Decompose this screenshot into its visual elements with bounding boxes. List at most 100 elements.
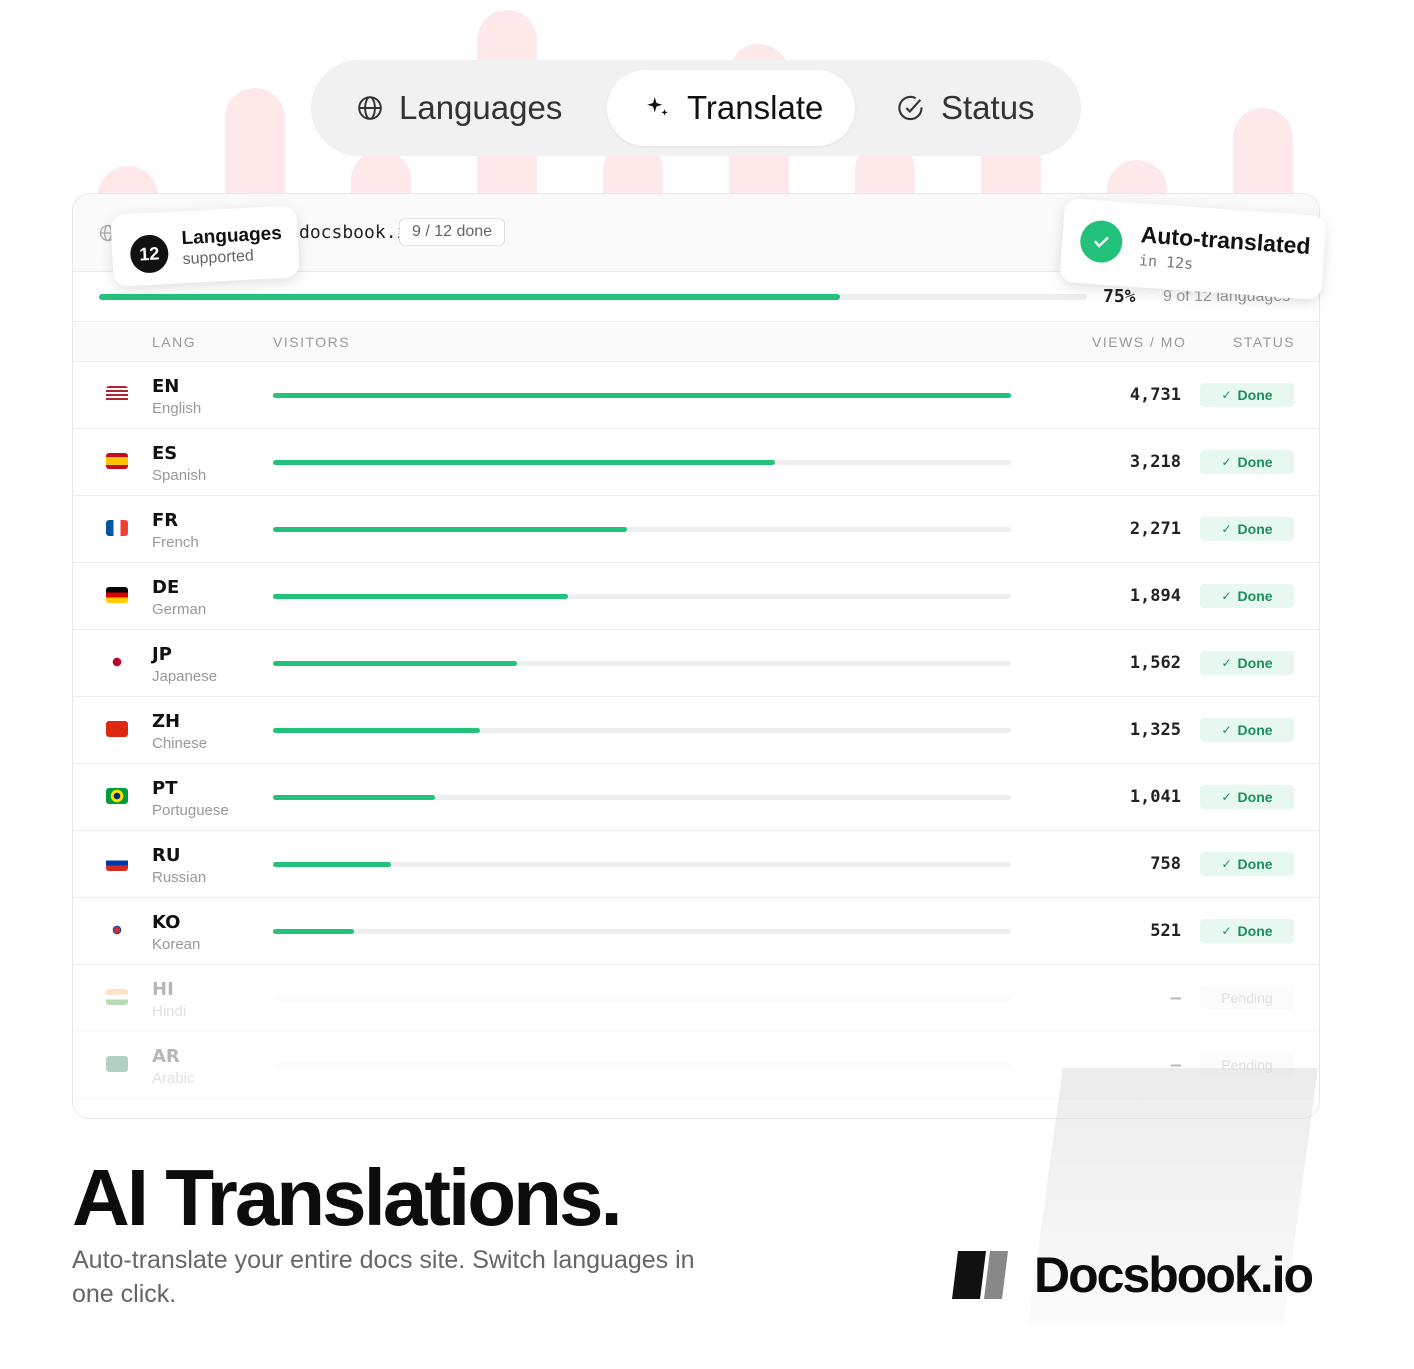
checkmark-icon: ✓ — [1221, 924, 1232, 938]
status-badge: ✓ Done — [1200, 517, 1294, 541]
lang-code: AR — [152, 1046, 180, 1067]
languages-count: 12 — [129, 233, 170, 274]
flag-us-icon — [106, 386, 128, 402]
visitors-fill — [273, 527, 628, 532]
language-table: EN English 4,731 ✓ Done ES Spanish 3,218 ✓ Done FR… — [73, 362, 1319, 1099]
auto-badge-subtitle: in 12s — [1138, 251, 1194, 274]
lang-code: ZH — [152, 711, 181, 732]
table-row[interactable]: DE German 1,894 ✓ Done — [73, 563, 1319, 630]
views-per-month: 4,731 — [1129, 385, 1181, 405]
flag-cn-icon — [106, 721, 128, 737]
tab-status[interactable]: Status — [897, 70, 1035, 146]
lang-code: EN — [152, 376, 180, 397]
checkmark-icon: ✓ — [1221, 723, 1232, 737]
visitors-track — [273, 661, 1011, 666]
checkmark-icon: ✓ — [1221, 790, 1232, 804]
status-label: Done — [1237, 923, 1273, 939]
lang-name: Spanish — [152, 467, 207, 484]
status-badge: ✓ Done — [1200, 919, 1294, 943]
lang-name: German — [152, 601, 207, 618]
lang-code: HI — [152, 979, 174, 1000]
bg-pill — [1107, 160, 1167, 196]
table-row[interactable]: HI Hindi — Pending — [73, 965, 1319, 1032]
views-per-month: 1,325 — [1129, 720, 1181, 740]
status-label: Done — [1237, 722, 1273, 738]
views-per-month: 1,894 — [1129, 586, 1181, 606]
status-badge: ✓ Done — [1200, 852, 1294, 876]
visitors-fill — [273, 795, 436, 800]
flag-kr-icon — [106, 922, 128, 938]
table-row[interactable]: RU Russian 758 ✓ Done — [73, 831, 1319, 898]
visitors-track — [273, 862, 1011, 867]
visitors-track — [273, 527, 1011, 532]
lang-name: Russian — [152, 869, 207, 886]
languages-badge-title: Languages — [181, 222, 283, 250]
status-label: Done — [1237, 789, 1273, 805]
overall-progress-fill — [99, 294, 840, 300]
status-label: Done — [1237, 588, 1273, 604]
tab-languages-label: Languages — [399, 89, 563, 126]
visitors-fill — [273, 862, 392, 867]
checkmark-icon: ✓ — [1221, 455, 1232, 469]
hero-subline: Auto-translate your entire docs site. Sw… — [72, 1246, 695, 1308]
visitors-track — [273, 929, 1011, 934]
table-row[interactable]: FR French 2,271 ✓ Done — [73, 496, 1319, 563]
checkmark-icon: ✓ — [1221, 589, 1232, 603]
status-label: Done — [1237, 387, 1273, 403]
hero-headline: AI Translations. — [72, 1153, 623, 1242]
visitors-track — [273, 393, 1011, 398]
status-badge: ✓ Done — [1200, 584, 1294, 608]
tab-status-label: Status — [941, 89, 1035, 126]
lang-name: Hindi — [152, 1003, 187, 1020]
lang-name: Japanese — [152, 668, 218, 685]
lang-code: PT — [152, 778, 178, 799]
flag-fr-icon — [106, 520, 128, 536]
check-icon — [1078, 219, 1124, 264]
overall-progress-track — [99, 294, 1087, 300]
visitors-fill — [273, 393, 1011, 398]
visitors-fill — [273, 661, 517, 666]
flag-sa-icon — [106, 1056, 128, 1072]
docsbook-logo-icon — [952, 1251, 1008, 1299]
status-badge: ✓ Done — [1200, 785, 1294, 809]
lang-code: FR — [152, 510, 179, 531]
table-row[interactable]: JP Japanese 1,562 ✓ Done — [73, 630, 1319, 697]
visitors-fill — [273, 728, 480, 733]
lang-name: Chinese — [152, 735, 208, 752]
check-circle-icon — [898, 95, 923, 121]
status-badge: Pending — [1200, 986, 1294, 1010]
bg-pill — [225, 88, 285, 196]
checkmark-icon: ✓ — [1221, 857, 1232, 871]
lang-code: JP — [152, 644, 172, 665]
table-row[interactable]: EN English 4,731 ✓ Done — [73, 362, 1319, 429]
translation-dashboard-card: docsbook.io 9 / 12 done 75% 9 of 12 lang… — [72, 193, 1320, 1119]
header-visitors: VISITORS — [273, 334, 351, 350]
lang-code: RU — [152, 845, 181, 866]
brand-name: Docsbook.io — [1034, 1247, 1314, 1303]
done-count-chip: 9 / 12 done — [399, 218, 506, 246]
visitors-fill — [273, 929, 355, 934]
flag-br-icon — [106, 788, 128, 804]
bg-pill — [1233, 108, 1293, 196]
views-per-month: 3,218 — [1129, 452, 1181, 472]
table-row[interactable]: ES Spanish 3,218 ✓ Done — [73, 429, 1319, 496]
visitors-track — [273, 460, 1011, 465]
bg-pill — [98, 166, 158, 196]
lang-code: KO — [152, 912, 181, 933]
table-row[interactable]: PT Portuguese 1,041 ✓ Done — [73, 764, 1319, 831]
flag-in-icon — [106, 989, 128, 1005]
table-row[interactable]: KO Korean 521 ✓ Done — [73, 898, 1319, 965]
status-badge: ✓ Done — [1200, 651, 1294, 675]
languages-supported-badge: 12 Languages supported — [110, 205, 300, 287]
views-per-month: 1,041 — [1129, 787, 1181, 807]
tab-languages[interactable]: Languages — [357, 70, 562, 146]
lang-name: Korean — [152, 936, 201, 953]
visitors-track — [273, 795, 1011, 800]
header-status: STATUS — [1233, 334, 1296, 350]
tab-translate-label: Translate — [687, 89, 824, 126]
status-label: Done — [1237, 454, 1273, 470]
tab-translate[interactable]: Translate — [607, 70, 855, 146]
sparkle-icon — [647, 97, 668, 116]
brand-logo[interactable]: Docsbook.io — [952, 1246, 1314, 1304]
table-row[interactable]: ZH Chinese 1,325 ✓ Done — [73, 697, 1319, 764]
